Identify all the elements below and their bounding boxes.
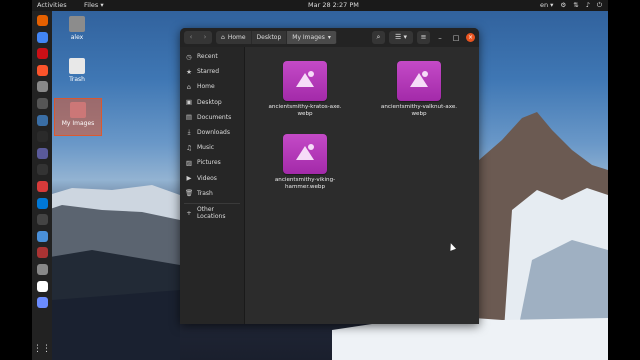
back-button[interactable]: ‹ — [184, 31, 198, 44]
desktop-icon-home[interactable]: alex — [57, 16, 97, 41]
sidebar-item-desktop[interactable]: ▣ Desktop — [180, 95, 244, 110]
file-name: ancientsmithy-valknut-axe. webp — [380, 104, 458, 117]
sidebar-separator — [184, 202, 240, 204]
app-icon[interactable] — [36, 230, 48, 242]
app-icon[interactable] — [36, 147, 48, 159]
app-icon[interactable] — [36, 247, 48, 259]
image-file-icon — [283, 61, 327, 101]
sidebar-item-videos[interactable]: ▶ Videos — [180, 171, 244, 186]
nav-buttons: ‹ › — [184, 31, 212, 44]
plus-icon: + — [186, 209, 192, 218]
image-file-icon — [397, 61, 441, 101]
breadcrumb: ⌂ Home Desktop My Images ▾ — [216, 31, 337, 44]
search-button[interactable]: ⌕ — [372, 31, 385, 44]
close-button[interactable]: × — [466, 33, 475, 42]
places-sidebar: ◷ Recent ★ Starred ⌂ Home ▣ Desktop ▤ Documen… — [180, 47, 245, 324]
file-name: ancientsmithy-kratos-axe. webp — [268, 104, 342, 117]
trash-icon: 🗑 — [185, 189, 194, 198]
view-toggle-button[interactable]: ☰ ▾ — [389, 31, 413, 44]
sidebar-item-trash[interactable]: 🗑 Trash — [180, 186, 244, 201]
sidebar-item-recent[interactable]: ◷ Recent — [180, 49, 244, 64]
app-icon[interactable] — [36, 214, 48, 226]
menu-button[interactable]: ≡ — [417, 31, 430, 44]
music-icon: ♫ — [186, 143, 192, 152]
file-item[interactable]: ancientsmithy-kratos-axe. webp — [263, 61, 347, 118]
desktop-icon: ▣ — [185, 98, 193, 107]
system-tray[interactable]: en ▾ ⚙ ⇅ ♪ ⏻ — [540, 0, 602, 11]
network-icon: ⇅ — [573, 1, 579, 9]
home-folder-icon — [69, 16, 85, 32]
brave-icon[interactable] — [36, 64, 48, 76]
breadcrumb-desktop[interactable]: Desktop — [252, 31, 288, 44]
files-icon[interactable] — [36, 81, 48, 93]
file-grid: ancientsmithy-kratos-axe. webp ancientsm… — [245, 47, 479, 324]
breadcrumb-home[interactable]: ⌂ Home — [216, 31, 252, 44]
forward-button[interactable]: › — [198, 31, 212, 44]
file-item[interactable]: ancientsmithy-valknut-axe. webp — [377, 61, 461, 118]
breadcrumb-my-images[interactable]: My Images ▾ — [287, 31, 337, 44]
app-icon[interactable] — [36, 114, 48, 126]
dock: ⋮⋮ — [32, 11, 52, 360]
app-icon[interactable] — [36, 297, 48, 309]
sidebar-item-music[interactable]: ♫ Music — [180, 140, 244, 155]
opera-icon[interactable] — [36, 48, 48, 60]
search-icon: ⌕ — [376, 33, 381, 41]
power-icon: ⏻ — [596, 1, 602, 9]
desktop-icon-trash[interactable]: Trash — [57, 58, 97, 83]
app-icon[interactable] — [36, 280, 48, 292]
app-icon[interactable] — [36, 180, 48, 192]
trash-icon — [69, 58, 85, 74]
app-icon[interactable] — [36, 164, 48, 176]
pictures-icon: ▨ — [185, 158, 193, 167]
maximize-button[interactable]: □ — [450, 34, 462, 42]
desktop-icon-label: My Images — [61, 120, 95, 127]
volume-icon: ♪ — [585, 1, 590, 9]
header-bar: ‹ › ⌂ Home Desktop My Images ▾ ⌕ ☰ ▾ ≡ –… — [180, 28, 479, 47]
app-icon[interactable] — [36, 263, 48, 275]
list-view-icon: ☰ ▾ — [394, 33, 407, 41]
vscode-icon[interactable] — [36, 197, 48, 209]
app-icon[interactable] — [36, 131, 48, 143]
sidebar-item-documents[interactable]: ▤ Documents — [180, 110, 244, 125]
sidebar-item-other-locations[interactable]: + Other Locations — [180, 206, 244, 221]
desktop-icon-label: Trash — [69, 76, 85, 83]
firefox-icon[interactable] — [36, 15, 48, 26]
minimize-button[interactable]: – — [434, 34, 446, 42]
star-icon: ★ — [186, 67, 192, 76]
clock-icon: ◷ — [186, 52, 192, 61]
sidebar-item-pictures[interactable]: ▨ Pictures — [180, 155, 244, 170]
top-bar: Activities Files ▾ Mar 28 2:27 PM en ▾ ⚙… — [32, 0, 608, 11]
download-icon: ⤓ — [187, 128, 191, 137]
hamburger-icon: ≡ — [420, 33, 427, 41]
clock[interactable]: Mar 28 2:27 PM — [308, 0, 359, 11]
language-indicator[interactable]: en ▾ — [540, 0, 553, 11]
desktop-icon-my-images[interactable]: My Images — [54, 98, 102, 136]
home-icon: ⌂ — [186, 82, 192, 91]
accessibility-icon: ⚙ — [560, 1, 567, 9]
videos-icon: ▶ — [186, 174, 192, 183]
sidebar-item-downloads[interactable]: ⤓ Downloads — [180, 125, 244, 140]
app-menu[interactable]: Files ▾ — [84, 0, 104, 11]
file-manager-window: ‹ › ⌂ Home Desktop My Images ▾ ⌕ ☰ ▾ ≡ –… — [180, 28, 479, 324]
chevron-down-icon: ▾ — [327, 34, 331, 41]
sidebar-item-home[interactable]: ⌂ Home — [180, 79, 244, 94]
terminal-icon[interactable] — [36, 97, 48, 109]
document-icon: ▤ — [185, 113, 193, 122]
show-apps-icon[interactable]: ⋮⋮ — [33, 344, 51, 354]
sidebar-item-starred[interactable]: ★ Starred — [180, 64, 244, 79]
folder-icon — [70, 102, 86, 118]
chrome-icon[interactable] — [36, 31, 48, 43]
activities-button[interactable]: Activities — [37, 0, 67, 11]
file-name: ancientsmithy-viking- hammer.webp — [274, 177, 336, 190]
desktop-icon-label: alex — [70, 34, 84, 41]
file-item[interactable]: ancientsmithy-viking- hammer.webp — [263, 134, 347, 191]
home-icon: ⌂ — [221, 34, 225, 41]
image-file-icon — [283, 134, 327, 174]
